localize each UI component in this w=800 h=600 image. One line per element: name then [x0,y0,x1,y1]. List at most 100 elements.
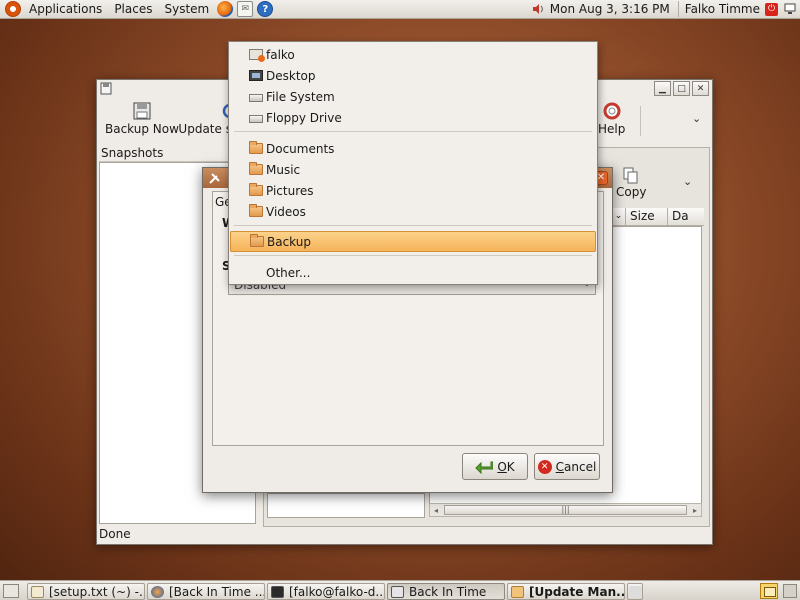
help-launcher-icon[interactable]: ? [257,1,274,17]
backup-now-label: Backup Now [105,122,179,136]
task-overflow[interactable] [627,583,643,600]
mail-launcher-icon[interactable]: ✉ [237,1,254,17]
places-menu-label: Places [114,2,153,16]
home-folder-icon [249,49,265,62]
text-editor-icon [31,585,44,598]
floppy-save-icon [133,102,151,120]
user-name[interactable]: Falko Timme [679,2,765,16]
places-item-label: falko [266,47,295,62]
cancel-rest: ancel [564,459,597,474]
drive-icon [249,94,263,102]
places-item-file-system[interactable]: File System [230,86,596,107]
menu-separator [234,255,592,256]
trash-icon[interactable] [760,583,778,599]
show-desktop-icon[interactable] [3,584,19,598]
column-size[interactable]: Size [626,208,668,225]
places-item-pictures[interactable]: Pictures [230,180,596,201]
applications-menu-label: Applications [29,2,103,16]
close-button[interactable]: ✕ [692,81,709,96]
task-label: [setup.txt (~) -... [49,584,145,599]
task-terminal[interactable]: [falko@falko-d... [267,583,385,600]
places-item-falko[interactable]: falko [230,44,596,65]
terminal-icon [271,585,284,598]
places-item-music[interactable]: Music [230,159,596,180]
scroll-right-icon[interactable]: ▸ [689,506,701,515]
places-item-label: Documents [266,141,335,156]
copy-icon [623,167,638,184]
task-label: [falko@falko-d... [289,584,385,599]
task-update-manager[interactable]: [Update Man... [507,583,625,600]
applications-menu[interactable]: Applications [0,0,108,19]
firefox-launcher-icon[interactable] [217,1,234,17]
ubuntu-logo-icon [5,1,21,17]
files-toolbar-chevron-icon[interactable]: ⌄ [683,175,692,188]
status-text: Done [99,527,131,541]
column-date[interactable]: Da [668,208,704,225]
settings-tools-icon [209,172,220,184]
places-item-other[interactable]: Other... [230,262,596,283]
power-icon[interactable]: ⏻ [765,2,778,16]
places-item-label: File System [266,89,335,104]
copy-button[interactable]: Copy [616,167,646,199]
bottom-panel: [setup.txt (~) -... [Back In Time ... [f… [0,580,800,600]
system-menu-button[interactable]: System [158,0,215,19]
folder-icon [249,183,263,196]
toolbar-overflow-chevron-icon[interactable]: ⌄ [692,112,701,125]
workspace-switcher-icon[interactable] [783,584,797,598]
places-item-floppy-drive[interactable]: Floppy Drive [230,107,596,128]
clock[interactable]: Mon Aug 3, 3:16 PM [548,2,678,16]
folder-icon [249,204,263,217]
floppy-icon [391,585,404,598]
places-item-backup[interactable]: Backup [230,231,596,252]
volume-icon[interactable] [532,3,544,15]
ok-mnemonic: O [497,459,507,474]
places-menu-button[interactable]: Places [108,0,158,19]
copy-label: Copy [616,185,647,199]
cancel-label: Cancel [556,460,597,474]
help-lifebuoy-icon [603,102,621,120]
minimize-button[interactable]: ▁ [654,81,671,96]
sort-chevron-icon[interactable]: ⌄ [612,208,626,225]
task-back-in-time[interactable]: Back In Time [387,583,505,600]
desktop-icon [249,70,263,81]
cancel-mnemonic: C [555,459,565,474]
ok-button[interactable]: OK [462,453,528,480]
panel-indicators: Mon Aug 3, 3:16 PM Falko Timme ⏻ [532,0,800,19]
places-item-desktop[interactable]: Desktop [230,65,596,86]
help-button[interactable]: Help [598,102,625,136]
scroll-left-icon[interactable]: ◂ [430,506,442,515]
ok-rest: K [506,459,515,474]
places-item-videos[interactable]: Videos [230,201,596,222]
help-label: Help [598,122,626,136]
folder-icon [249,162,263,175]
update-manager-icon [511,585,524,598]
horizontal-scrollbar[interactable]: ◂ ||| ▸ [429,503,702,517]
backup-now-button[interactable]: Backup Now [105,102,179,136]
places-item-label: Pictures [266,183,314,198]
places-item-label: Other... [266,265,311,280]
network-icon[interactable] [784,3,796,15]
places-dropdown-menu: falko Desktop File System Floppy Drive D… [228,41,598,285]
system-menu-label: System [164,2,210,16]
menu-separator [234,225,592,226]
places-list[interactable] [267,493,425,518]
task-label: Back In Time [409,584,487,599]
places-item-label: Videos [266,204,306,219]
places-item-label: Music [266,162,301,177]
maximize-button[interactable]: □ [673,81,690,96]
places-item-documents[interactable]: Documents [230,138,596,159]
top-panel: Applications Places System ✉ ? Mon Aug 3… [0,0,800,19]
places-item-label: Floppy Drive [266,110,342,125]
file-column-headers: ⌄ Size Da [612,208,704,226]
cancel-button[interactable]: ✕ Cancel [534,453,600,480]
window-icon [629,585,642,598]
task-back-in-time-browser[interactable]: [Back In Time ... [147,583,265,600]
scroll-thumb[interactable]: ||| [444,505,687,515]
task-setup-txt[interactable]: [setup.txt (~) -... [27,583,145,600]
drive-icon [249,115,263,123]
ok-arrow-icon [475,461,494,474]
places-item-label: Desktop [266,68,316,83]
firefox-icon [151,585,164,598]
menu-separator [234,131,592,132]
task-label: [Update Man... [529,584,625,599]
